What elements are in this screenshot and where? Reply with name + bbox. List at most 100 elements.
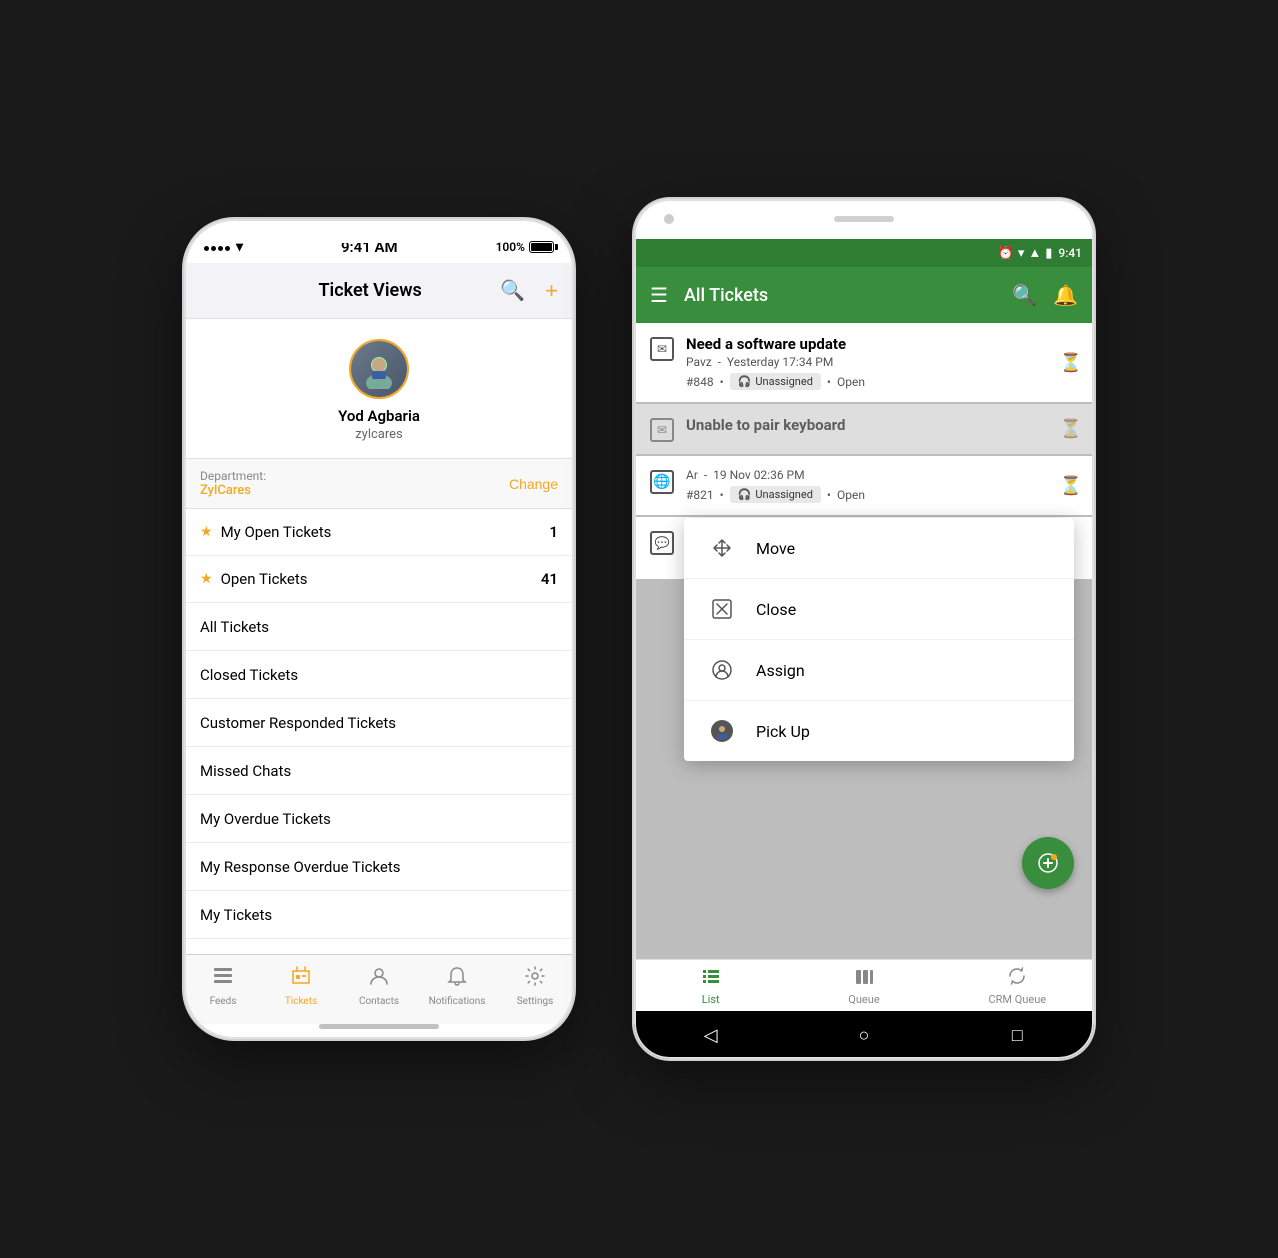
feeds-icon	[212, 965, 234, 993]
status-right: ⏰ ▾ ▲ ▮ 9:41	[998, 245, 1082, 261]
list-item[interactable]: ★ My Open Tickets 1	[184, 509, 574, 556]
battery-icon	[529, 241, 554, 253]
dot-sep-3: •	[720, 488, 724, 502]
battery-fill	[531, 243, 552, 251]
wifi-icon: ▾	[1018, 246, 1025, 261]
tab-notifications[interactable]: Notifications	[427, 965, 487, 1007]
settings-icon	[524, 965, 546, 993]
context-menu-close[interactable]: Close	[684, 579, 1074, 640]
list-item[interactable]: Closed Tickets	[184, 651, 574, 699]
crm-queue-tab-label: CRM Queue	[988, 993, 1046, 1006]
fab-button[interactable]	[1022, 837, 1074, 889]
pickup-label: Pick Up	[756, 722, 810, 741]
chat-type-icon: 💬	[650, 531, 674, 555]
list-item[interactable]: My Response Overdue Tickets	[184, 843, 574, 891]
item-count: 1	[549, 523, 558, 541]
item-count: 41	[541, 570, 558, 588]
open-status: Open	[837, 375, 865, 389]
context-menu-move[interactable]: Move	[684, 518, 1074, 579]
tab-queue[interactable]: Queue	[824, 966, 904, 1006]
item-label: Customer Responded Tickets	[200, 714, 396, 732]
context-menu-pickup[interactable]: Pick Up	[684, 701, 1074, 761]
list-item[interactable]: Customer Responded Tickets	[184, 699, 574, 747]
crm-queue-tab-icon	[1007, 966, 1027, 991]
home-button[interactable]: ○	[844, 1015, 884, 1055]
ios-battery-area: 100%	[496, 240, 554, 254]
badge-label: Unassigned	[755, 375, 813, 388]
recents-button[interactable]: □	[997, 1015, 1037, 1055]
ticket-item-2[interactable]: ✉ Unable to pair keyboard ⏳	[634, 404, 1094, 454]
ticket-content-2: Unable to pair keyboard	[686, 416, 1078, 436]
ios-tab-bar: Feeds Tickets Contacts	[184, 954, 574, 1024]
tab-feeds[interactable]: Feeds	[193, 965, 253, 1007]
ticket-item-1[interactable]: ✉ Need a software update Pavz - Yesterda…	[634, 323, 1094, 402]
tab-contacts[interactable]: Contacts	[349, 965, 409, 1007]
avatar-image	[351, 341, 407, 397]
dept-value: ZylCares	[200, 483, 266, 498]
department-row: Department: ZylCares Change	[184, 459, 574, 509]
notifications-icon	[446, 965, 468, 993]
ticket-meta-3: #821 • 🎧 Unassigned • Open	[686, 486, 1078, 503]
header-actions: 🔍 +	[500, 278, 558, 304]
list-item[interactable]: My Overdue Tickets	[184, 795, 574, 843]
android-nav-bar: ◁ ○ □	[634, 1011, 1094, 1059]
ticket-num: #848	[686, 375, 714, 389]
contacts-label: Contacts	[359, 996, 399, 1007]
assign-icon	[708, 656, 736, 684]
alarm-icon: ⏰	[998, 246, 1014, 261]
ticket-sub: Pavz - Yesterday 17:34 PM	[686, 355, 1078, 369]
ticket-list: ★ My Open Tickets 1 ★ Open Tickets 41 Al…	[184, 509, 574, 954]
tab-list[interactable]: List	[671, 966, 751, 1006]
tab-tickets[interactable]: Tickets	[271, 965, 331, 1007]
notifications-action-button[interactable]: 🔔	[1053, 283, 1078, 308]
ticket-content-3: Ar - 19 Nov 02:36 PM #821 • 🎧 Unassigned…	[686, 468, 1078, 503]
search-action-button[interactable]: 🔍	[1012, 283, 1037, 308]
contacts-icon	[368, 965, 390, 993]
profile-name: Yod Agbaria	[338, 407, 420, 425]
list-tab-icon	[701, 966, 721, 991]
home-indicator	[319, 1024, 439, 1029]
feeds-label: Feeds	[210, 996, 237, 1007]
tab-crm-queue[interactable]: CRM Queue	[977, 966, 1057, 1006]
front-camera	[664, 214, 674, 224]
android-status-bar: ⏰ ▾ ▲ ▮ 9:41	[634, 239, 1094, 267]
ticket-num-3: #821	[686, 488, 714, 502]
add-button[interactable]: +	[545, 278, 558, 304]
badge-label-3: Unassigned	[755, 488, 813, 501]
header-title: Ticket Views	[318, 280, 421, 301]
item-label: All Tickets	[200, 618, 269, 636]
list-item[interactable]: All Tickets	[184, 603, 574, 651]
search-button[interactable]: 🔍	[500, 278, 525, 303]
context-menu-assign[interactable]: Assign	[684, 640, 1074, 701]
list-item[interactable]: Missed Chats	[184, 747, 574, 795]
headset-icon: 🎧	[738, 375, 752, 388]
ios-signal: ▾	[204, 239, 243, 255]
open-status-3: Open	[837, 488, 865, 502]
item-label: Closed Tickets	[200, 666, 298, 684]
tickets-label: Tickets	[285, 996, 317, 1007]
tab-settings[interactable]: Settings	[505, 965, 565, 1007]
iphone-notch	[319, 219, 439, 243]
battery-icon: ▮	[1045, 246, 1052, 261]
android-device: ⏰ ▾ ▲ ▮ 9:41 ☰ All Tickets 🔍 🔔 ✉ Need a …	[634, 199, 1094, 1059]
ticket-item-3[interactable]: 🌐 Ar - 19 Nov 02:36 PM #821 • 🎧 Unassign…	[634, 456, 1094, 515]
iphone-device: ▾ 9:41 AM 100% Ticket Views 🔍 +	[184, 219, 574, 1039]
back-button[interactable]: ◁	[691, 1015, 731, 1055]
change-dept-button[interactable]: Change	[509, 476, 558, 492]
android-ticket-list: ✉ Need a software update Pavz - Yesterda…	[634, 323, 1094, 959]
globe-type-icon: 🌐	[650, 470, 674, 494]
dot-sep-3b: •	[827, 488, 831, 502]
move-label: Move	[756, 539, 795, 558]
email-type-icon: ✉	[650, 337, 674, 361]
menu-button[interactable]: ☰	[650, 283, 668, 308]
item-label: My Response Overdue Tickets	[200, 858, 401, 876]
ticket-title-2: Unable to pair keyboard	[686, 416, 1078, 434]
list-item[interactable]: ★ Open Tickets 41	[184, 556, 574, 603]
ticket-content: Need a software update Pavz - Yesterday …	[686, 335, 1078, 390]
list-item[interactable]: My Tickets	[184, 891, 574, 939]
ticket-title: Need a software update	[686, 335, 1078, 353]
headset-icon-3: 🎧	[738, 488, 752, 501]
ios-header: Ticket Views 🔍 +	[184, 263, 574, 319]
signal-dots	[204, 240, 232, 254]
profile-section: Yod Agbaria zylcares	[184, 319, 574, 459]
